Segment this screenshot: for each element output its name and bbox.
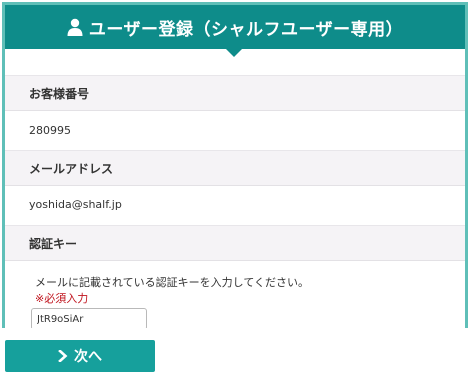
page-title: ユーザー登録（シャルフユーザー専用）	[88, 19, 404, 40]
auth-key-input[interactable]	[31, 308, 147, 328]
header-pointer	[226, 49, 242, 57]
customer-number-label: お客様番号	[5, 75, 465, 111]
auth-key-description: メールに記載されている認証キーを入力してください。	[35, 276, 310, 289]
auth-key-label: 認証キー	[5, 225, 465, 261]
next-button[interactable]: 次へ	[5, 340, 155, 372]
registration-card: ユーザー登録（シャルフユーザー専用） お客様番号 280995 メールアドレス …	[2, 2, 468, 328]
next-button-label: 次へ	[74, 349, 102, 365]
email-value: yoshida@shalf.jp	[29, 198, 122, 211]
page-header: ユーザー登録（シャルフユーザー専用）	[5, 5, 465, 49]
user-icon	[67, 18, 83, 36]
required-note: ※必須入力	[35, 292, 89, 305]
chevron-right-icon	[58, 349, 68, 363]
customer-number-value: 280995	[29, 124, 71, 137]
email-label: メールアドレス	[5, 150, 465, 186]
